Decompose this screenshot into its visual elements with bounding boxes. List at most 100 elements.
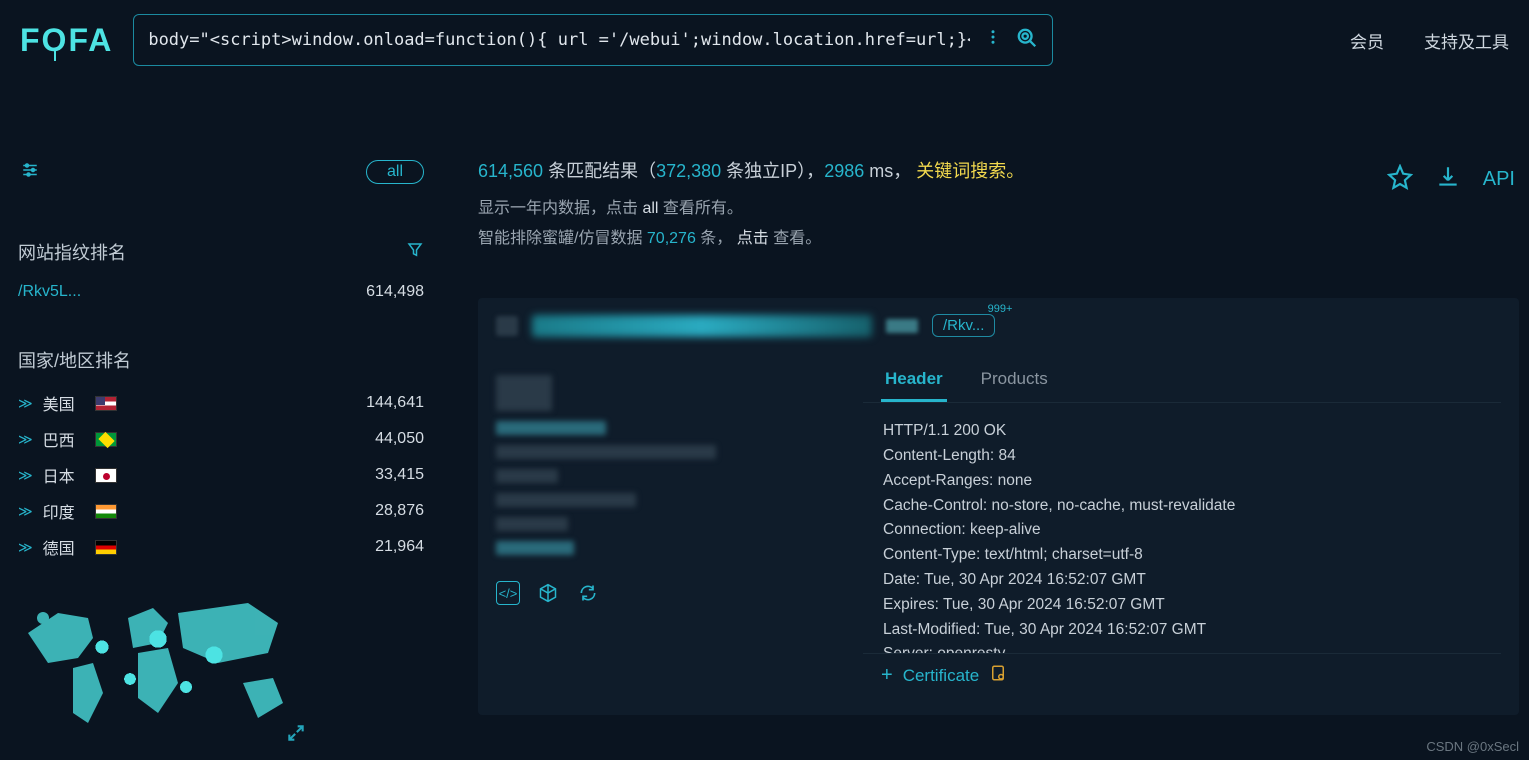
expand-icon[interactable]: [286, 723, 306, 749]
tag-badge: 999+: [988, 303, 1013, 315]
search-input[interactable]: [148, 30, 970, 50]
all-pill[interactable]: all: [366, 160, 424, 184]
chevron-icon: ≫: [18, 539, 33, 556]
header-line: Accept-Ranges: none: [883, 469, 1481, 494]
chevron-icon: ≫: [18, 467, 33, 484]
all-link[interactable]: all: [642, 200, 658, 217]
flag-icon: [95, 504, 117, 519]
search-box: [133, 14, 1053, 66]
t: 条，: [696, 230, 737, 247]
summary-sub2: 智能排除蜜罐/仿冒数据 70,276 条， 点击 查看。: [478, 224, 1519, 248]
star-icon[interactable]: [1387, 164, 1413, 195]
country-title: 国家/地区排名: [18, 347, 131, 373]
plus-icon: +: [881, 664, 893, 687]
header-line: Content-Length: 84: [883, 444, 1481, 469]
api-link[interactable]: API: [1483, 168, 1515, 191]
header-line: Date: Tue, 30 Apr 2024 16:52:07 GMT: [883, 568, 1481, 593]
chevron-icon: ≫: [18, 431, 33, 448]
honeypot-count: 70,276: [647, 230, 696, 247]
certificate-row[interactable]: + Certificate: [863, 653, 1501, 697]
search-icon[interactable]: [1016, 27, 1038, 54]
result-tag[interactable]: 999+ /Rkv...: [932, 314, 995, 337]
t: 查看所有。: [658, 200, 742, 217]
header-line: Cache-Control: no-store, no-cache, must-…: [883, 494, 1481, 519]
t: 显示一年内数据，点击: [478, 200, 642, 217]
meta-blur: [496, 375, 552, 411]
refresh-icon[interactable]: [576, 581, 600, 605]
header: FOFA 会员 支持及工具: [0, 0, 1529, 80]
nav-member[interactable]: 会员: [1350, 28, 1384, 53]
tag-text: /Rkv...: [943, 317, 984, 334]
t: 条独立IP），: [721, 161, 824, 181]
country-row[interactable]: ≫ 巴西 44,050: [18, 421, 424, 457]
more-icon[interactable]: [984, 28, 1002, 52]
keyword-link[interactable]: 关键词搜索。: [916, 161, 1024, 181]
total-count: 614,560: [478, 161, 543, 181]
right-actions: API: [1387, 164, 1515, 195]
fingerprint-row[interactable]: /Rkv5L... 614,498: [18, 277, 424, 307]
fingerprint-count: 614,498: [366, 283, 424, 301]
meta-blur: [496, 541, 574, 555]
content: 614,560 条匹配结果（372,380 条独立IP），2986 ms， 关键…: [440, 80, 1529, 743]
ip-count: 372,380: [656, 161, 721, 181]
nav-support[interactable]: 支持及工具: [1424, 28, 1509, 53]
chevron-icon: ≫: [18, 395, 33, 412]
t: 查看。: [769, 230, 821, 247]
result-card: 999+ /Rkv... </>: [478, 298, 1519, 715]
header-line: Expires: Tue, 30 Apr 2024 16:52:07 GMT: [883, 593, 1481, 618]
header-line: Server: openresty: [883, 642, 1481, 653]
chevron-icon: ≫: [18, 503, 33, 520]
summary-sub1: 显示一年内数据，点击 all 查看所有。: [478, 194, 1519, 218]
tab-header[interactable]: Header: [881, 359, 947, 402]
logo[interactable]: FOFA: [20, 22, 113, 59]
country-row[interactable]: ≫印度28,876: [18, 493, 424, 529]
t: 条匹配结果（: [543, 161, 656, 181]
header-line: Connection: keep-alive: [883, 518, 1481, 543]
filter-icon[interactable]: [406, 241, 424, 264]
country-count: 21,964: [375, 538, 424, 556]
summary-line: 614,560 条匹配结果（372,380 条独立IP），2986 ms， 关键…: [478, 154, 1519, 188]
country-name: 美国: [43, 391, 85, 415]
meta-blur: [496, 469, 558, 483]
result-title-blur: [532, 315, 872, 337]
header-line: HTTP/1.1 200 OK: [883, 419, 1481, 444]
nav-right: 会员 支持及工具: [1350, 28, 1509, 53]
sidebar: all 网站指纹排名 /Rkv5L... 614,498 国家/地区排名 ≫ 美国…: [0, 80, 440, 743]
country-name: 日本: [43, 463, 85, 487]
result-panel: Header Products HTTP/1.1 200 OKContent-L…: [863, 355, 1501, 697]
header-line: Last-Modified: Tue, 30 Apr 2024 16:52:07…: [883, 618, 1481, 643]
world-map[interactable]: [18, 583, 298, 743]
country-row[interactable]: ≫ 德国 21,964: [18, 529, 424, 565]
meta-blur: [496, 517, 568, 531]
country-count: 144,641: [366, 394, 424, 412]
meta-blur: [496, 493, 636, 507]
sliders-icon[interactable]: [20, 161, 40, 184]
result-meta: </>: [496, 355, 851, 697]
flag-icon: [95, 468, 117, 483]
result-ip-blur: [886, 319, 918, 333]
headers-block: HTTP/1.1 200 OKContent-Length: 84Accept-…: [863, 403, 1501, 653]
country-row[interactable]: ≫ 美国 144,641: [18, 385, 424, 421]
header-line: Content-Type: text/html; charset=utf-8: [883, 543, 1481, 568]
code-icon[interactable]: </>: [496, 581, 520, 605]
country-count: 33,415: [375, 466, 424, 484]
flag-icon: [95, 540, 117, 555]
result-favicon: [496, 316, 518, 336]
tab-products[interactable]: Products: [977, 359, 1052, 402]
country-name: 印度: [43, 499, 85, 523]
cube-icon[interactable]: [536, 581, 560, 605]
meta-blur: [496, 421, 606, 435]
download-icon[interactable]: [1435, 164, 1461, 195]
click-link[interactable]: 点击: [737, 230, 769, 247]
country-row[interactable]: ≫ 日本 33,415: [18, 457, 424, 493]
certificate-icon: [989, 664, 1007, 687]
country-name: 德国: [43, 535, 85, 559]
meta-blur: [496, 445, 716, 459]
certificate-label: Certificate: [903, 666, 980, 686]
ms-count: 2986: [824, 161, 864, 181]
country-count: 44,050: [375, 430, 424, 448]
fingerprint-title: 网站指纹排名: [18, 239, 126, 265]
fingerprint-name: /Rkv5L...: [18, 283, 81, 301]
country-name: 巴西: [43, 427, 85, 451]
t: ms，: [864, 161, 916, 181]
